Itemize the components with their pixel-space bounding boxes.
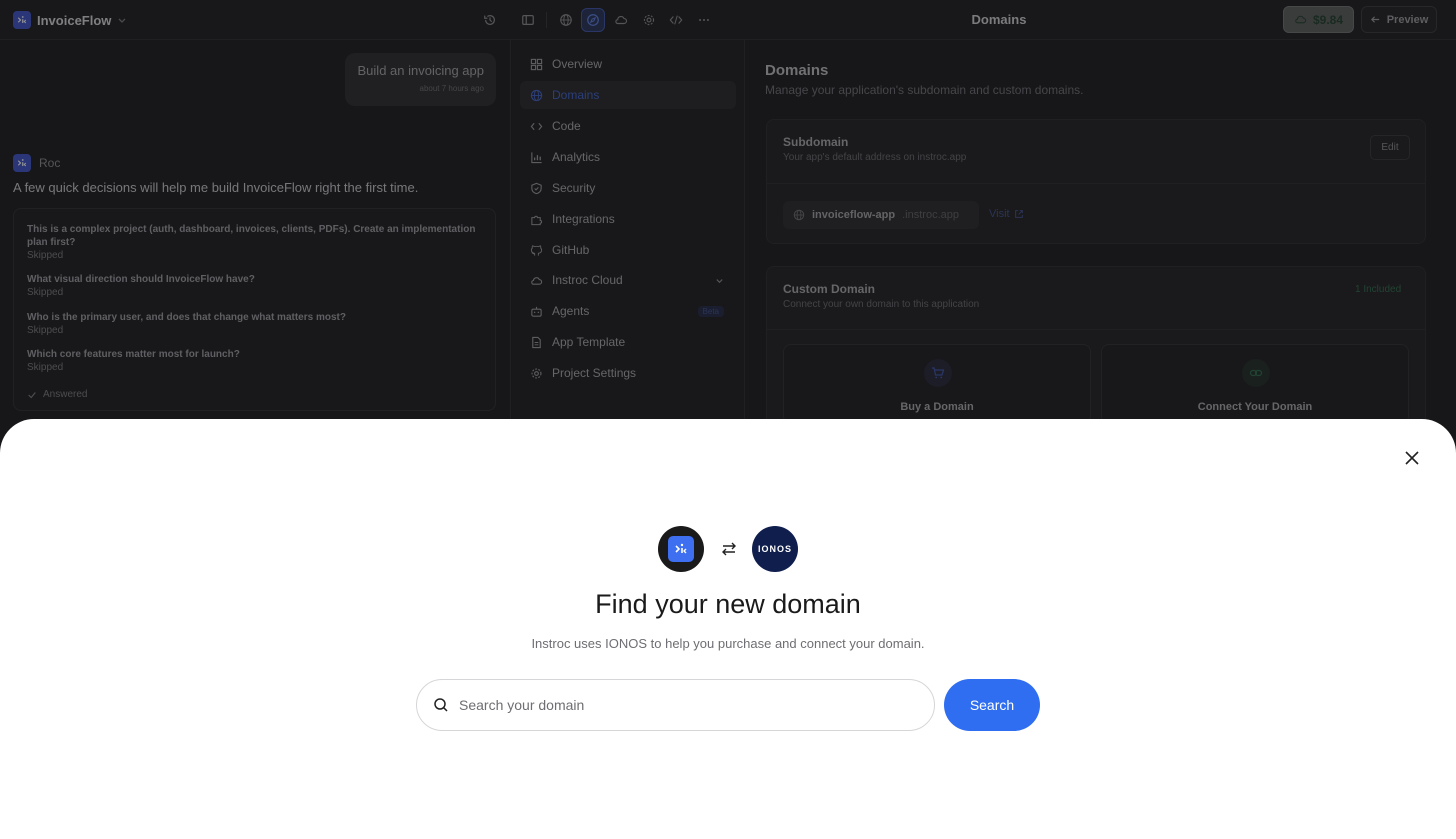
domain-search-field[interactable] [416, 679, 935, 731]
close-icon [1405, 451, 1419, 465]
modal-title: Find your new domain [595, 589, 861, 619]
search-icon [434, 698, 448, 712]
ionos-logo: IONOS [752, 526, 798, 572]
modal-subtitle: Instroc uses IONOS to help you purchase … [531, 636, 925, 651]
search-button[interactable]: Search [944, 679, 1040, 731]
domain-search-input[interactable] [459, 697, 899, 713]
close-button[interactable] [1400, 446, 1424, 470]
find-domain-modal: IONOS Find your new domain Instroc uses … [0, 419, 1456, 839]
brand-logos: IONOS [658, 526, 798, 572]
swap-arrows-icon [722, 542, 736, 556]
instroc-logo [658, 526, 704, 572]
